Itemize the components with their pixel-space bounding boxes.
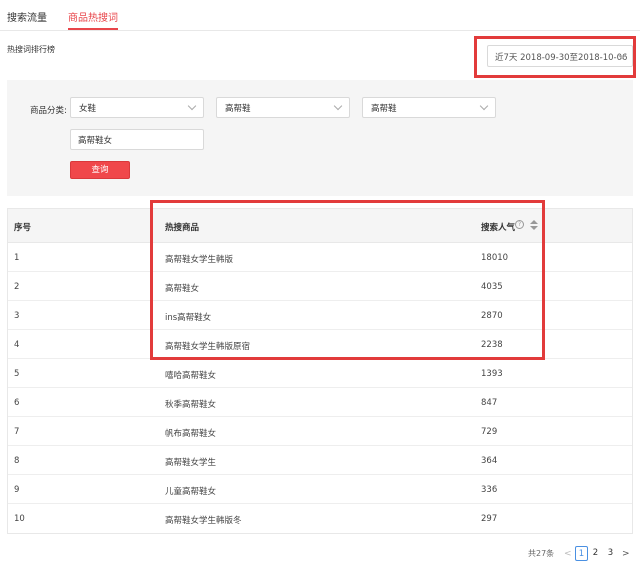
- category-label: 商品分类:: [30, 106, 67, 116]
- row-popularity: 364: [481, 456, 498, 466]
- row-rank: 10: [14, 514, 25, 524]
- next-page-icon[interactable]: >: [622, 549, 630, 559]
- tab-search-traffic[interactable]: 搜索流量: [7, 9, 47, 30]
- page-3-button[interactable]: 3: [604, 546, 617, 561]
- row-rank: 6: [14, 398, 20, 408]
- table-row: 8 高帮鞋女学生 364: [8, 446, 632, 475]
- page-2-button[interactable]: 2: [589, 546, 602, 561]
- chevron-down-icon: [333, 101, 343, 111]
- row-rank: 7: [14, 427, 20, 437]
- category-select-1[interactable]: 女鞋: [70, 97, 204, 118]
- row-rank: 9: [14, 485, 20, 495]
- table-row: 5 嘻哈高帮鞋女 1393: [8, 359, 632, 388]
- date-range-value: 近7天 2018-09-30至2018-10-06: [495, 53, 628, 63]
- section-title: 热搜词排行榜: [7, 45, 55, 54]
- category-select-3-value: 高帮鞋: [371, 104, 397, 114]
- table-row: 9 儿童高帮鞋女 336: [8, 475, 632, 504]
- top-rows-highlight-frame: [150, 200, 545, 360]
- row-rank: 5: [14, 369, 20, 379]
- category-select-3[interactable]: 高帮鞋: [362, 97, 496, 118]
- category-select-1-value: 女鞋: [79, 104, 97, 114]
- table-row: 10 高帮鞋女学生韩版冬 297: [8, 504, 632, 533]
- row-rank: 1: [14, 253, 20, 263]
- row-rank: 4: [14, 340, 20, 350]
- tab-hot-search-products[interactable]: 商品热搜词: [68, 9, 118, 30]
- date-range-select[interactable]: 近7天 2018-09-30至2018-10-06: [487, 45, 633, 67]
- row-popularity: 847: [481, 398, 498, 408]
- row-popularity: 1393: [481, 369, 503, 379]
- row-rank: 2: [14, 282, 20, 292]
- row-popularity: 729: [481, 427, 498, 437]
- query-button[interactable]: 查询: [70, 161, 130, 179]
- row-product: 高帮鞋女学生: [165, 458, 217, 468]
- row-rank: 8: [14, 456, 20, 466]
- row-product: 儿童高帮鞋女: [165, 487, 217, 497]
- page-1-button[interactable]: 1: [575, 546, 588, 561]
- row-product: 高帮鞋女学生韩版冬: [165, 516, 242, 526]
- row-product: 嘻哈高帮鞋女: [165, 371, 217, 381]
- pagination-total: 共27条: [528, 549, 555, 558]
- row-rank: 3: [14, 311, 20, 321]
- prev-page-icon[interactable]: <: [564, 549, 572, 559]
- table-row: 6 秋季高帮鞋女 847: [8, 388, 632, 417]
- tab-bar: 搜索流量 商品热搜词: [0, 0, 640, 31]
- table-row: 7 帆布高帮鞋女 729: [8, 417, 632, 446]
- row-popularity: 297: [481, 514, 498, 524]
- row-product: 秋季高帮鞋女: [165, 400, 217, 410]
- category-select-2[interactable]: 高帮鞋: [216, 97, 350, 118]
- row-product: 帆布高帮鞋女: [165, 429, 217, 439]
- header-rank: 序号: [14, 223, 32, 233]
- keyword-input[interactable]: [70, 129, 204, 150]
- chevron-down-icon: [187, 101, 197, 111]
- chevron-down-icon: [479, 101, 489, 111]
- category-select-2-value: 高帮鞋: [225, 104, 251, 114]
- row-popularity: 336: [481, 485, 498, 495]
